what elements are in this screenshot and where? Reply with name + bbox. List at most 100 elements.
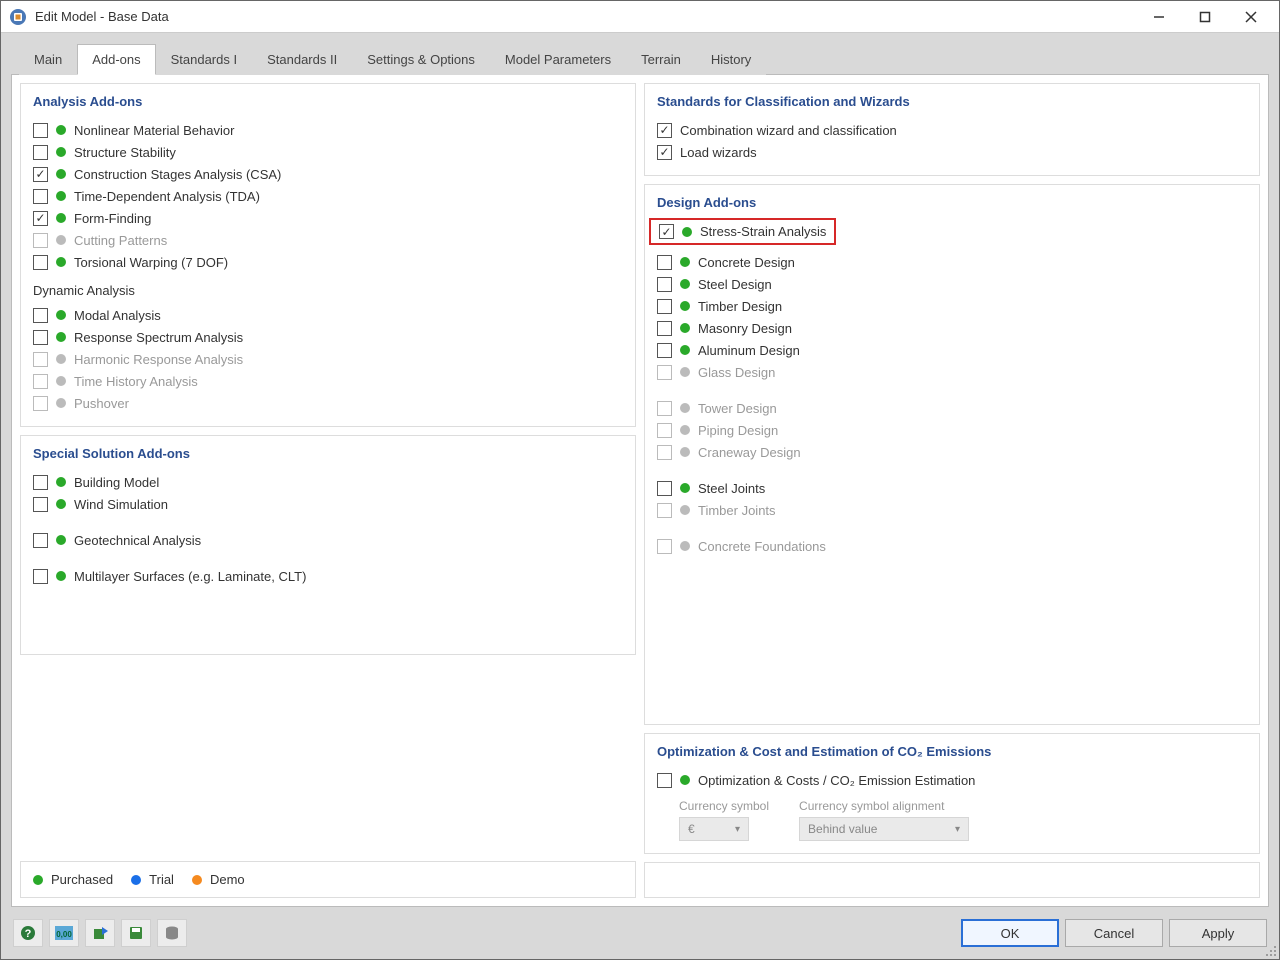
checkbox: [657, 401, 672, 416]
item-label: Multilayer Surfaces (e.g. Laminate, CLT): [74, 569, 306, 584]
checkbox[interactable]: [33, 255, 48, 270]
addon-item: Cutting Patterns: [33, 229, 623, 251]
app-icon: [9, 8, 27, 26]
ok-button[interactable]: OK: [961, 919, 1059, 947]
tab-terrain[interactable]: Terrain: [626, 44, 696, 75]
checkbox[interactable]: [657, 123, 672, 138]
legend-demo: Demo: [192, 872, 245, 887]
units-button[interactable]: 0,00: [49, 919, 79, 947]
item-label: Structure Stability: [74, 145, 176, 160]
addon-item: Pushover: [33, 392, 623, 414]
addon-item: Load wizards: [657, 141, 1247, 163]
item-label: Timber Design: [698, 299, 782, 314]
item-label: Load wizards: [680, 145, 757, 160]
item-label: Cutting Patterns: [74, 233, 167, 248]
window-controls: [1145, 6, 1271, 28]
dot-orange-icon: [192, 875, 202, 885]
tab-body: Analysis Add-ons Nonlinear Material Beha…: [11, 74, 1269, 907]
cancel-button[interactable]: Cancel: [1065, 919, 1163, 947]
content-area: MainAdd-onsStandards IStandards IISettin…: [1, 33, 1279, 907]
left-column: Analysis Add-ons Nonlinear Material Beha…: [20, 83, 636, 898]
dot-green-icon: [33, 875, 43, 885]
maximize-button[interactable]: [1191, 6, 1219, 28]
status-dot-icon: [680, 367, 690, 377]
checkbox[interactable]: [657, 145, 672, 160]
addon-item: Geotechnical Analysis: [33, 529, 623, 551]
currency-symbol-label: Currency symbol: [679, 799, 769, 813]
checkbox[interactable]: [33, 533, 48, 548]
status-dot-icon: [682, 227, 692, 237]
checkbox[interactable]: [33, 145, 48, 160]
checkbox[interactable]: [33, 211, 48, 226]
checkbox[interactable]: [657, 343, 672, 358]
close-button[interactable]: [1237, 6, 1265, 28]
item-label: Masonry Design: [698, 321, 792, 336]
item-label: Combination wizard and classification: [680, 123, 897, 138]
addon-item: Construction Stages Analysis (CSA): [33, 163, 623, 185]
optimization-checkbox[interactable]: [657, 773, 672, 788]
currency-align-select[interactable]: Behind value ▾: [799, 817, 969, 841]
tab-standards-ii[interactable]: Standards II: [252, 44, 352, 75]
status-dot-icon: [680, 505, 690, 515]
special-solution-panel: Special Solution Add-ons Building ModelW…: [20, 435, 636, 655]
tab-settings-options[interactable]: Settings & Options: [352, 44, 490, 75]
tab-main[interactable]: Main: [19, 44, 77, 75]
resize-grip-icon[interactable]: [1265, 945, 1277, 957]
checkbox[interactable]: [33, 475, 48, 490]
checkbox[interactable]: [657, 299, 672, 314]
tab-model-parameters[interactable]: Model Parameters: [490, 44, 626, 75]
checkbox[interactable]: [33, 123, 48, 138]
item-label: Time-Dependent Analysis (TDA): [74, 189, 260, 204]
checkbox[interactable]: [33, 569, 48, 584]
checkbox[interactable]: [33, 497, 48, 512]
minimize-button[interactable]: [1145, 6, 1173, 28]
addon-item: Steel Design: [657, 273, 1247, 295]
save-data-button[interactable]: [121, 919, 151, 947]
item-label: Steel Joints: [698, 481, 765, 496]
checkbox[interactable]: [33, 330, 48, 345]
item-label: Modal Analysis: [74, 308, 161, 323]
checkbox[interactable]: [657, 255, 672, 270]
checkbox: [657, 503, 672, 518]
database-button[interactable]: [157, 919, 187, 947]
tab-history[interactable]: History: [696, 44, 766, 75]
checkbox[interactable]: [657, 277, 672, 292]
currency-align-field: Currency symbol alignment Behind value ▾: [799, 799, 969, 841]
checkbox[interactable]: [33, 308, 48, 323]
chevron-down-icon: ▾: [955, 824, 960, 835]
chevron-down-icon: ▾: [735, 824, 740, 835]
item-label: Harmonic Response Analysis: [74, 352, 243, 367]
status-dot-icon: [680, 257, 690, 267]
standards-title: Standards for Classification and Wizards: [657, 94, 1247, 109]
stress-strain-highlight: Stress-Strain Analysis: [649, 218, 836, 245]
apply-button[interactable]: Apply: [1169, 919, 1267, 947]
checkbox: [657, 365, 672, 380]
addon-item: Aluminum Design: [657, 339, 1247, 361]
item-label: Nonlinear Material Behavior: [74, 123, 234, 138]
optimization-label: Optimization & Costs / CO₂ Emission Esti…: [698, 773, 975, 788]
tab-add-ons[interactable]: Add-ons: [77, 44, 155, 75]
help-button[interactable]: ?: [13, 919, 43, 947]
addon-item: Wind Simulation: [33, 493, 623, 515]
checkbox[interactable]: [33, 189, 48, 204]
item-label: Building Model: [74, 475, 159, 490]
edit-model-window: Edit Model - Base Data MainAdd-onsStanda…: [0, 0, 1280, 960]
addon-item: Response Spectrum Analysis: [33, 326, 623, 348]
export-button[interactable]: [85, 919, 115, 947]
stress-strain-checkbox[interactable]: [659, 224, 674, 239]
legend-panel: Purchased Trial Demo: [20, 861, 636, 898]
currency-symbol-select[interactable]: € ▾: [679, 817, 749, 841]
checkbox[interactable]: [657, 481, 672, 496]
dot-blue-icon: [131, 875, 141, 885]
addon-item: Steel Joints: [657, 477, 1247, 499]
tab-standards-i[interactable]: Standards I: [156, 44, 253, 75]
design-addons-panel: Design Add-ons Stress-Strain Analysis Co…: [644, 184, 1260, 725]
checkbox[interactable]: [33, 167, 48, 182]
tab-bar: MainAdd-onsStandards IStandards IISettin…: [11, 43, 1269, 74]
analysis-addons-title: Analysis Add-ons: [33, 94, 623, 109]
checkbox[interactable]: [657, 321, 672, 336]
checkbox: [657, 539, 672, 554]
status-dot-icon: [56, 376, 66, 386]
addon-item: Modal Analysis: [33, 304, 623, 326]
right-column: Standards for Classification and Wizards…: [644, 83, 1260, 898]
